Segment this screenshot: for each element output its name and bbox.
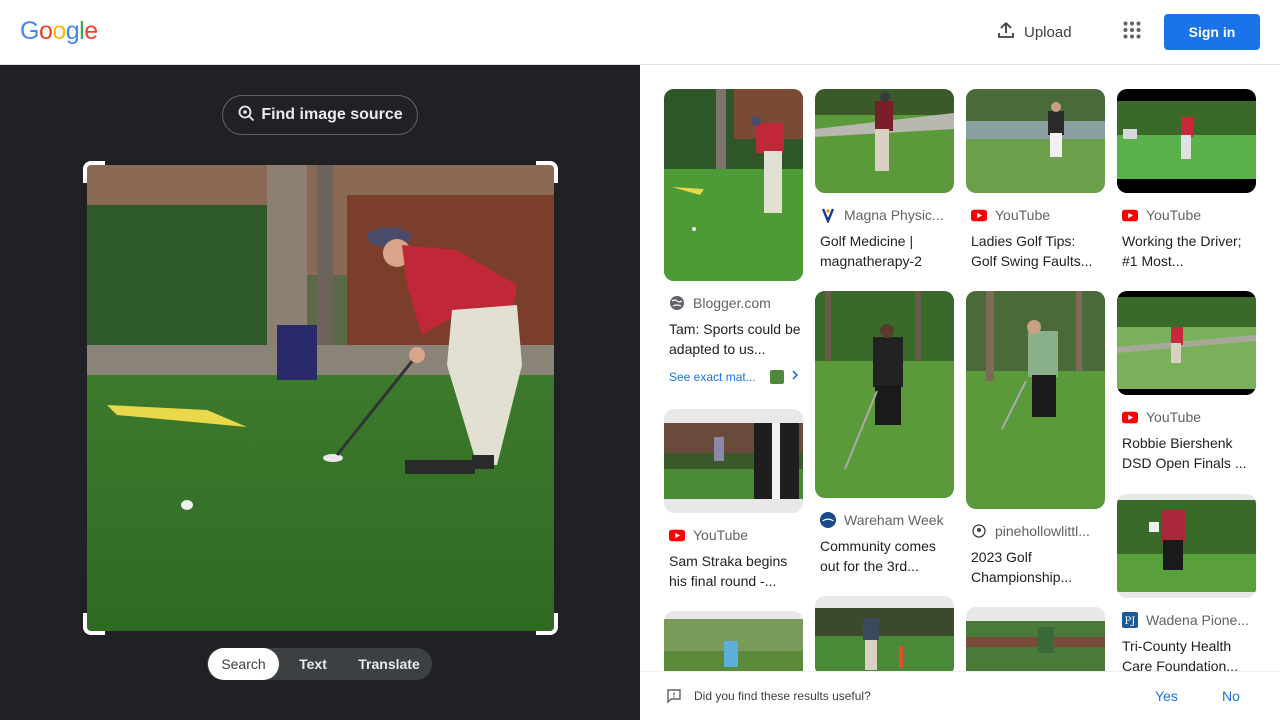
- wareham-logo-icon: [820, 512, 836, 528]
- logo-letter: o: [38, 17, 53, 45]
- crop-selection-frame[interactable]: [83, 161, 558, 635]
- result-title[interactable]: Tri-County Health Care Foundation...: [1122, 636, 1254, 676]
- crop-handle-bottom-right[interactable]: [536, 613, 558, 635]
- logo-letter: o: [52, 17, 66, 45]
- result-card[interactable]: YouTube Working the Driver; #1 Most...: [1117, 89, 1256, 271]
- sign-in-button[interactable]: Sign in: [1164, 14, 1260, 50]
- grid-apps-icon: [1123, 21, 1141, 44]
- result-card[interactable]: pinehollowlittl... 2023 Golf Championshi…: [966, 291, 1105, 587]
- logo-letter: g: [65, 17, 80, 45]
- upload-icon: [996, 20, 1016, 45]
- globe-icon: [669, 295, 685, 311]
- magna-logo-icon: [820, 207, 836, 223]
- feedback-no-button[interactable]: No: [1222, 688, 1240, 704]
- feedback-bar: Did you find these results useful? Yes N…: [640, 671, 1280, 720]
- result-title[interactable]: Working the Driver; #1 Most...: [1122, 231, 1254, 271]
- result-card[interactable]: PJ Wadena Pione... Tri-County Health Car…: [1117, 494, 1256, 676]
- feedback-icon: [666, 688, 682, 709]
- google-logo[interactable]: Google: [20, 17, 98, 46]
- result-source: Blogger.com: [669, 295, 803, 311]
- query-image-golfer: [87, 165, 554, 631]
- result-source: Magna Physic...: [820, 207, 954, 223]
- lens-search-icon: [237, 104, 255, 127]
- result-thumbnail[interactable]: [1117, 494, 1256, 598]
- logo-letter: G: [20, 17, 39, 45]
- result-thumbnail[interactable]: [815, 596, 954, 676]
- result-card[interactable]: Blogger.com Tam: Sports could be adapted…: [664, 89, 803, 384]
- result-source: PJ Wadena Pione...: [1122, 612, 1256, 628]
- crop-handle-top-right[interactable]: [536, 161, 558, 183]
- mode-text-tab[interactable]: Text: [279, 648, 347, 680]
- see-exact-matches-link[interactable]: See exact mat...: [669, 369, 803, 384]
- result-card[interactable]: YouTube Sam Straka begins his final roun…: [664, 409, 803, 591]
- mode-translate-tab[interactable]: Translate: [347, 648, 431, 680]
- crop-handle-bottom-left[interactable]: [83, 613, 105, 635]
- pinehollow-logo-icon: [971, 523, 987, 539]
- feedback-yes-button[interactable]: Yes: [1155, 688, 1178, 704]
- result-source: YouTube: [669, 527, 803, 543]
- result-source: YouTube: [1122, 409, 1256, 425]
- result-thumbnail[interactable]: [815, 291, 954, 498]
- result-thumbnail[interactable]: [815, 89, 954, 193]
- result-thumbnail[interactable]: [966, 291, 1105, 509]
- result-source: pinehollowlittl...: [971, 523, 1105, 539]
- result-title[interactable]: Sam Straka begins his final round -...: [669, 551, 801, 591]
- find-image-source-button[interactable]: Find image source: [222, 95, 418, 135]
- result-thumbnail[interactable]: [966, 89, 1105, 193]
- upload-button[interactable]: Upload: [988, 14, 1080, 50]
- result-thumbnail[interactable]: [1117, 291, 1256, 395]
- result-thumbnail[interactable]: [664, 89, 803, 281]
- youtube-icon: [1122, 409, 1138, 425]
- youtube-icon: [1122, 207, 1138, 223]
- chevron-right-icon: [790, 369, 800, 384]
- find-image-source-label: Find image source: [261, 106, 403, 123]
- result-title[interactable]: Tam: Sports could be adapted to us...: [669, 319, 801, 359]
- svg-text:PJ: PJ: [1125, 616, 1136, 627]
- logo-letter: e: [84, 17, 98, 45]
- upload-label: Upload: [1024, 23, 1072, 41]
- crop-handle-top-left[interactable]: [83, 161, 105, 183]
- result-source: YouTube: [1122, 207, 1256, 223]
- lens-mode-switcher: Search Text Translate: [207, 648, 432, 680]
- feedback-question: Did you find these results useful?: [694, 689, 871, 703]
- youtube-icon: [971, 207, 987, 223]
- mode-search-tab[interactable]: Search: [208, 648, 279, 680]
- query-image-panel: Find image source Search Text Translate: [0, 65, 640, 720]
- top-header: Google Upload Sign in: [0, 0, 1280, 65]
- result-thumbnail[interactable]: [664, 409, 803, 513]
- result-source: YouTube: [971, 207, 1105, 223]
- result-thumbnail[interactable]: [1117, 89, 1256, 193]
- youtube-icon: [669, 527, 685, 543]
- result-source: Wareham Week: [820, 512, 954, 528]
- result-card[interactable]: YouTube Ladies Golf Tips: Golf Swing Fau…: [966, 89, 1105, 271]
- result-card[interactable]: Wareham Week Community comes out for the…: [815, 291, 954, 576]
- exact-match-thumbnail: [769, 369, 784, 384]
- visual-matches-grid: Blogger.com Tam: Sports could be adapted…: [640, 65, 1280, 720]
- wadena-logo-icon: PJ: [1122, 612, 1138, 628]
- result-title[interactable]: 2023 Golf Championship...: [971, 547, 1103, 587]
- result-title[interactable]: Ladies Golf Tips: Golf Swing Faults...: [971, 231, 1103, 271]
- result-title[interactable]: Golf Medicine | magnatherapy-2: [820, 231, 952, 271]
- result-card[interactable]: [815, 596, 954, 676]
- result-title[interactable]: Robbie Biershenk DSD Open Finals ...: [1122, 433, 1254, 473]
- result-card[interactable]: Magna Physic... Golf Medicine | magnathe…: [815, 89, 954, 271]
- google-apps-button[interactable]: [1116, 16, 1148, 48]
- result-title[interactable]: Community comes out for the 3rd...: [820, 536, 952, 576]
- result-card[interactable]: YouTube Robbie Biershenk DSD Open Finals…: [1117, 291, 1256, 473]
